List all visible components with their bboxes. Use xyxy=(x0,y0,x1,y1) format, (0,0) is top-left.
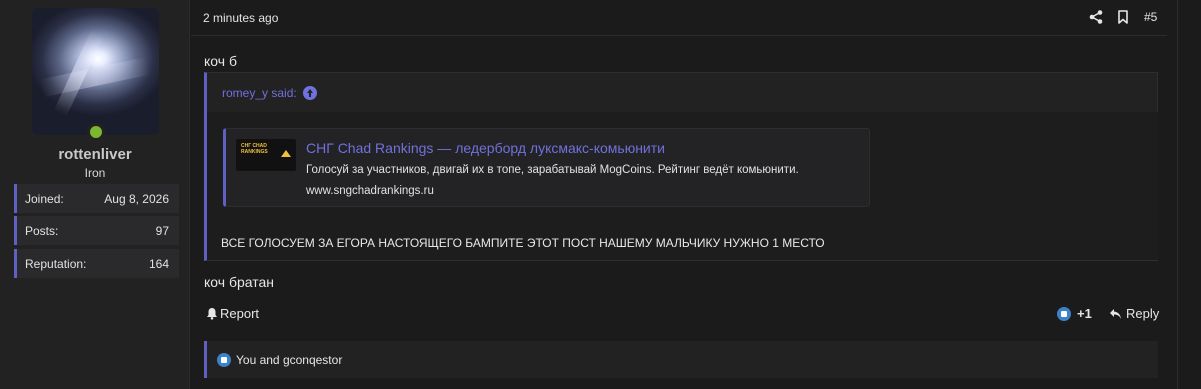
bookmark-icon[interactable] xyxy=(1115,9,1131,25)
arrow-up-circle-icon[interactable] xyxy=(302,86,317,100)
reply-label[interactable]: Reply xyxy=(1126,306,1159,321)
post-text-before: коч б xyxy=(204,53,237,69)
user-rank: Iron xyxy=(84,166,106,180)
share-icon[interactable] xyxy=(1088,9,1104,25)
post-number[interactable]: #5 xyxy=(1144,10,1157,24)
like-count-button[interactable]: +1 xyxy=(1057,306,1092,321)
crown-icon xyxy=(281,150,291,157)
page-scrollbar[interactable] xyxy=(1177,0,1201,389)
avatar[interactable] xyxy=(32,8,159,135)
reactions-text[interactable]: You and gconqestor xyxy=(236,353,342,367)
stat-value: 97 xyxy=(155,223,169,238)
embed-url: www.sngchadrankings.ru xyxy=(306,185,434,197)
stat-label: Joined: xyxy=(25,191,64,206)
quote-author-label[interactable]: romey_y said: xyxy=(222,86,297,100)
user-sidebar: rottenliver Iron Joined: Aug 8, 2026 Pos… xyxy=(0,0,190,389)
report-label[interactable]: Report xyxy=(220,306,259,321)
link-embed[interactable]: СНГ CHAD RANKINGS СНГ Chad Rankings — ле… xyxy=(223,128,870,207)
embed-description: Голосуй за участников, двигай их в топе,… xyxy=(306,164,799,176)
stat-joined: Joined: Aug 8, 2026 xyxy=(14,184,179,213)
stat-label: Reputation: xyxy=(25,256,87,271)
post-header: 2 minutes ago #5 xyxy=(191,0,1167,36)
reply-button[interactable]: Reply xyxy=(1109,306,1159,321)
like-count[interactable]: +1 xyxy=(1077,306,1092,321)
quote-body: СНГ CHAD RANKINGS СНГ Chad Rankings — ле… xyxy=(207,112,1158,260)
quote-author[interactable]: romey_y said: xyxy=(222,86,317,100)
like-icon xyxy=(1057,306,1071,321)
quote-block: romey_y said: СНГ CHAD RANKINGS СНГ Chad… xyxy=(204,72,1158,261)
bell-icon xyxy=(207,308,217,320)
embed-title[interactable]: СНГ Chad Rankings — ледерборд луксмакс-к… xyxy=(306,140,665,156)
stat-reputation: Reputation: 164 xyxy=(14,249,179,278)
post-timestamp[interactable]: 2 minutes ago xyxy=(203,11,278,25)
embed-thumbnail: СНГ CHAD RANKINGS xyxy=(236,139,296,171)
stat-value: 164 xyxy=(148,256,169,271)
online-status-icon xyxy=(87,123,105,141)
like-icon xyxy=(217,352,231,367)
stat-posts: Posts: 97 xyxy=(14,216,179,245)
username[interactable]: rottenliver xyxy=(0,146,190,163)
post-text-after: коч братан xyxy=(204,274,274,290)
post-main: 2 minutes ago #5 коч б romey_y said: СНГ… xyxy=(191,0,1201,389)
reply-icon xyxy=(1110,308,1121,319)
quote-text: ВСЕ ГОЛОСУЕМ ЗА ЕГОРА НАСТОЯЩЕГО БАМПИТЕ… xyxy=(221,236,825,250)
stat-label: Posts: xyxy=(25,223,59,238)
report-button[interactable]: Report xyxy=(206,306,259,321)
stat-value: Aug 8, 2026 xyxy=(104,191,169,206)
reactions-bar[interactable]: You and gconqestor xyxy=(204,341,1158,378)
